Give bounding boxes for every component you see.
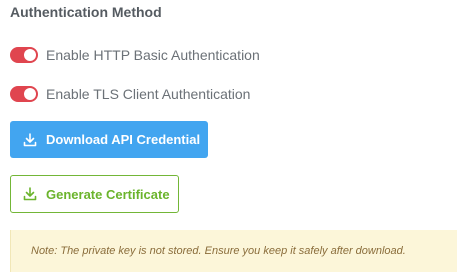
toggle-knob	[24, 49, 36, 61]
private-key-note: Note: The private key is not stored. Ens…	[10, 230, 457, 272]
download-icon	[23, 132, 37, 146]
download-icon	[23, 187, 37, 201]
authentication-panel: Authentication Method Enable HTTP Basic …	[0, 0, 457, 275]
section-title: Authentication Method	[10, 4, 162, 20]
http-basic-auth-label: Enable HTTP Basic Authentication	[46, 47, 260, 63]
toggle-row-tls-client: Enable TLS Client Authentication	[10, 84, 250, 104]
toggle-row-http-basic: Enable HTTP Basic Authentication	[10, 45, 260, 65]
tls-client-auth-toggle[interactable]	[10, 86, 38, 102]
generate-certificate-button[interactable]: Generate Certificate	[10, 175, 179, 213]
download-api-credential-button[interactable]: Download API Credential	[10, 121, 208, 158]
download-button-label: Download API Credential	[46, 132, 201, 147]
generate-button-label: Generate Certificate	[46, 186, 170, 202]
tls-client-auth-label: Enable TLS Client Authentication	[46, 86, 251, 102]
toggle-knob	[24, 88, 36, 100]
http-basic-auth-toggle[interactable]	[10, 47, 38, 63]
note-text: Note: The private key is not stored. Ens…	[31, 245, 406, 257]
